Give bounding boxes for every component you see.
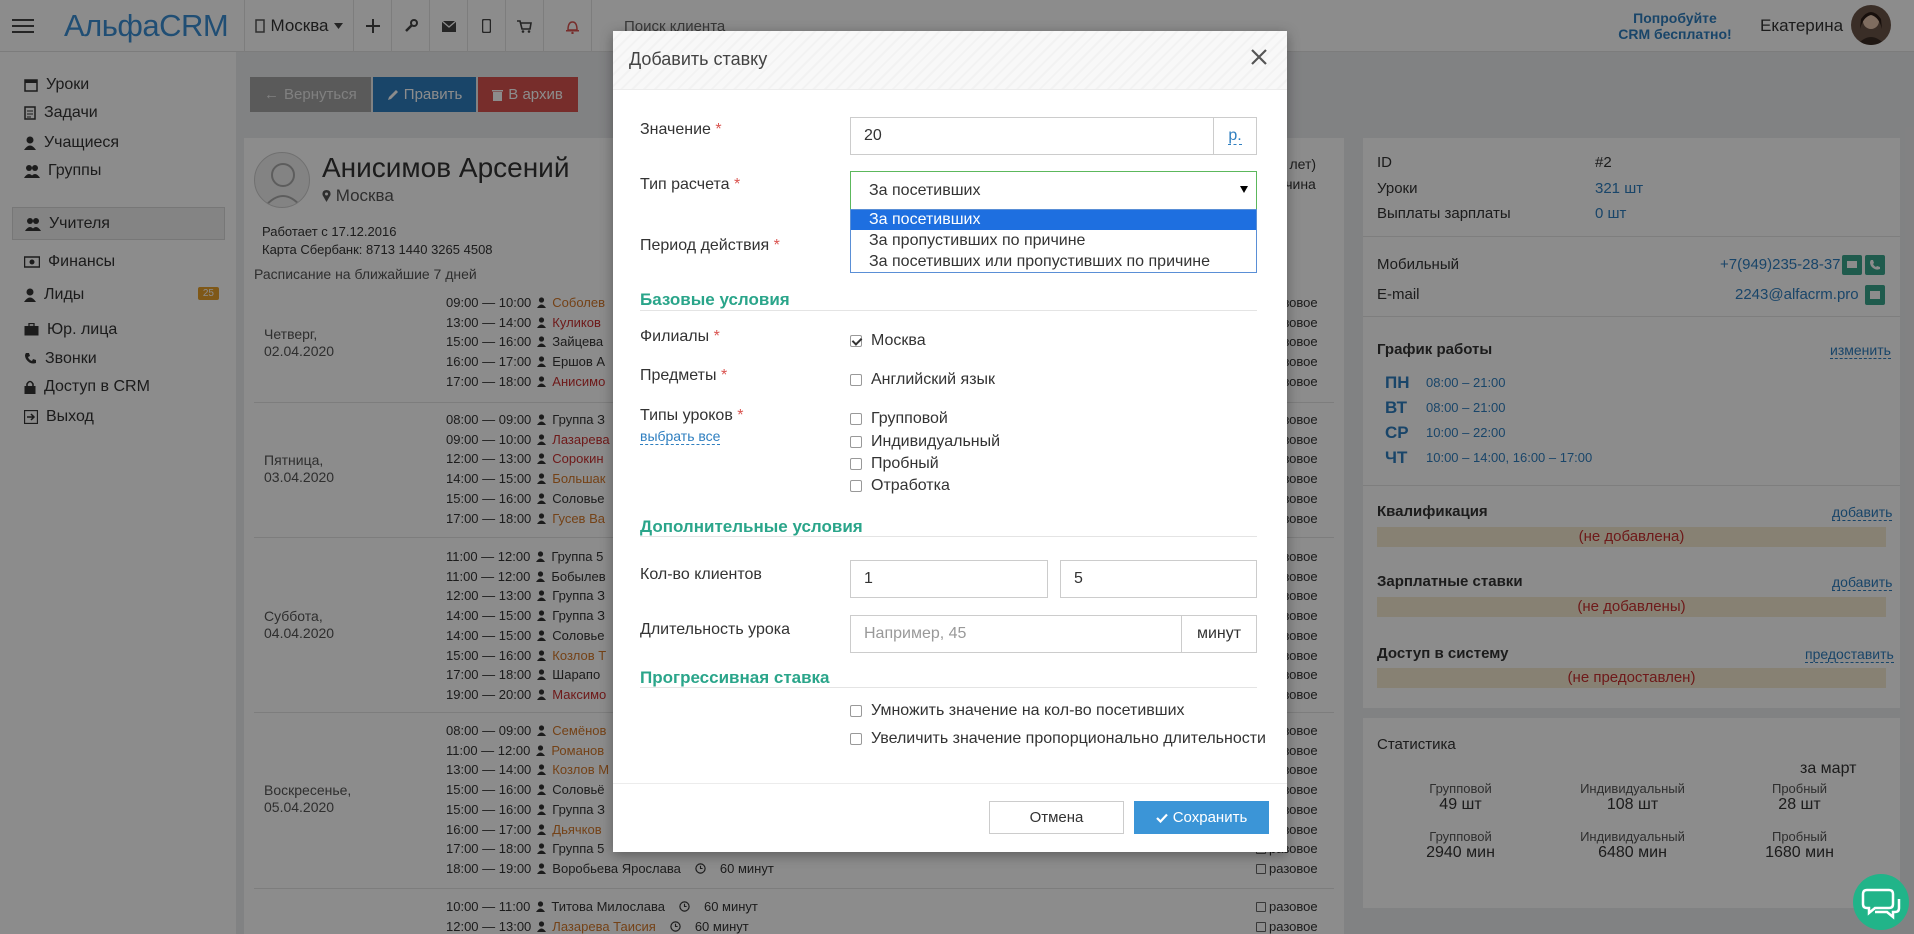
branch-checkbox[interactable]: Москва	[850, 332, 926, 350]
lesson-type-label: Групповой	[871, 410, 948, 427]
subjects-label: Предметы *	[640, 367, 727, 385]
check-icon	[1155, 813, 1168, 823]
clients-to-input[interactable]: 5	[1060, 560, 1257, 598]
progressive-rate-heading: Прогрессивная ставка	[640, 668, 830, 687]
base-conditions-heading: Базовые условия	[640, 290, 790, 309]
lesson-type-checkbox[interactable]: Групповой	[850, 410, 948, 428]
lesson-type-label: Пробный	[871, 455, 939, 472]
branches-label: Филиалы *	[640, 328, 720, 346]
modal-footer-divider	[613, 783, 1287, 784]
branches-label-text: Филиалы	[640, 328, 710, 345]
value-label-text: Значение	[640, 121, 711, 138]
period-label: Период действия *	[640, 237, 780, 255]
lesson-type-checkbox[interactable]: Пробный	[850, 455, 939, 473]
clients-from-input[interactable]: 1	[850, 560, 1048, 598]
multiply-label: Умножить значение на кол-во посетивших	[871, 702, 1185, 719]
clients-count-label: Кол-во клиентов	[640, 566, 762, 583]
currency-label: р.	[1228, 126, 1242, 145]
currency-addon[interactable]: р.	[1213, 117, 1257, 155]
subjects-label-text: Предметы	[640, 367, 717, 384]
checkbox[interactable]	[850, 480, 862, 492]
modal-title: Добавить ставку	[629, 49, 768, 69]
value-input[interactable]: 20	[850, 117, 1214, 155]
lesson-duration-label: Длительность урока	[640, 621, 791, 638]
lesson-duration-input[interactable]: Например, 45	[850, 615, 1182, 653]
caret-down-icon	[1240, 186, 1248, 193]
lesson-type-checkbox[interactable]: Отработка	[850, 477, 950, 495]
divider	[640, 687, 1257, 688]
chat-widget-button[interactable]	[1853, 874, 1909, 930]
required-mark: *	[720, 367, 728, 384]
period-label-text: Период действия	[640, 237, 770, 254]
checkbox-checked[interactable]	[850, 335, 862, 347]
divider	[640, 310, 1257, 311]
calc-option[interactable]: За посетивших	[851, 210, 1256, 230]
required-mark: *	[733, 176, 741, 193]
required-mark: *	[713, 328, 720, 345]
calc-type-label-text: Тип расчета	[640, 176, 730, 193]
checkbox[interactable]	[850, 413, 862, 425]
calc-type-select[interactable]: За посетивших	[850, 171, 1257, 210]
checkbox[interactable]	[850, 733, 862, 745]
add-rate-modal: Добавить ставку Значение * 20 р. Тип рас…	[613, 31, 1287, 852]
save-button[interactable]: Сохранить	[1134, 801, 1269, 834]
calc-type-selected: За посетивших	[869, 181, 981, 199]
lesson-types-label: Типы уроков *	[640, 407, 744, 425]
calc-type-label: Тип расчета *	[640, 176, 740, 194]
divider	[640, 536, 1257, 537]
required-mark: *	[773, 237, 780, 254]
checkbox[interactable]	[850, 374, 862, 386]
required-mark: *	[715, 121, 722, 138]
modal-header: Добавить ставку	[613, 31, 1287, 90]
duration-unit-addon: минут	[1181, 615, 1257, 653]
lesson-types-label-text: Типы уроков	[640, 407, 733, 424]
subject-label: Английский язык	[871, 371, 996, 388]
proportional-checkbox[interactable]: Увеличить значение пропорционально длите…	[850, 730, 1266, 748]
checkbox[interactable]	[850, 458, 862, 470]
cancel-button[interactable]: Отмена	[989, 801, 1124, 834]
checkbox[interactable]	[850, 705, 862, 717]
lesson-type-checkbox[interactable]: Индивидуальный	[850, 433, 1000, 451]
extra-conditions-heading: Дополнительные условия	[640, 517, 863, 536]
multiply-checkbox[interactable]: Умножить значение на кол-во посетивших	[850, 702, 1185, 720]
value-label: Значение *	[640, 121, 722, 139]
close-icon[interactable]	[1247, 45, 1271, 69]
lesson-type-label: Отработка	[871, 477, 950, 494]
calc-type-dropdown: За посетивших За пропустивших по причине…	[850, 209, 1257, 273]
checkbox[interactable]	[850, 436, 862, 448]
subject-checkbox[interactable]: Английский язык	[850, 371, 995, 389]
lesson-type-label: Индивидуальный	[871, 433, 1001, 450]
proportional-label: Увеличить значение пропорционально длите…	[871, 730, 1266, 747]
select-all-link[interactable]: выбрать все	[640, 429, 721, 445]
branch-label: Москва	[871, 332, 926, 349]
required-mark: *	[737, 407, 744, 424]
calc-option[interactable]: За пропустивших по причине	[851, 231, 1256, 251]
calc-option[interactable]: За посетивших или пропустивших по причин…	[851, 252, 1256, 272]
save-button-label: Сохранить	[1172, 809, 1248, 826]
